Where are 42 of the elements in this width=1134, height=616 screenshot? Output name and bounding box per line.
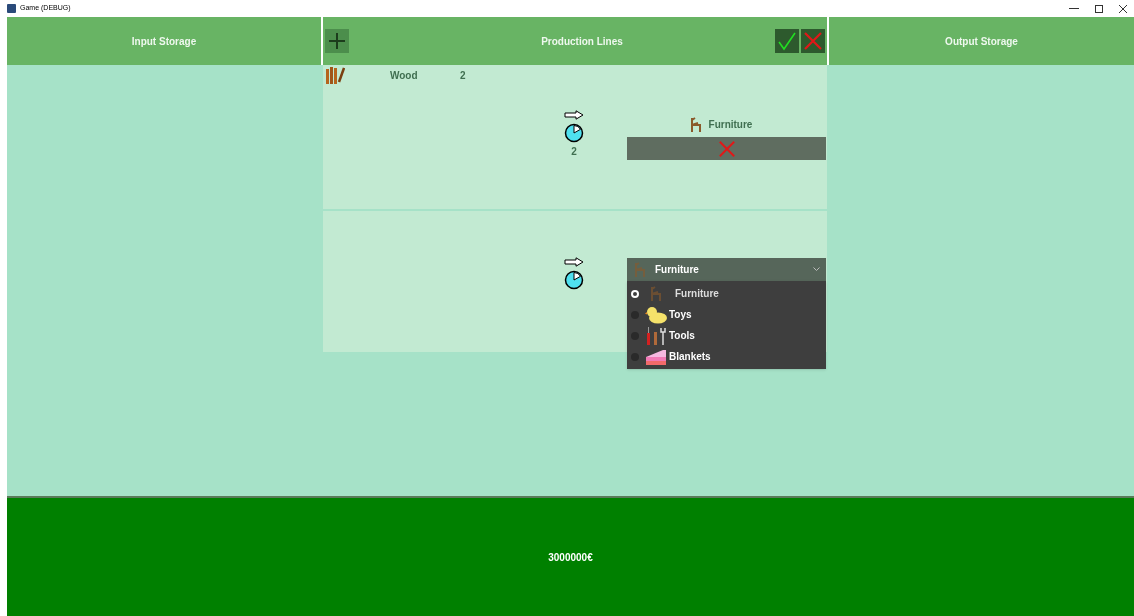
remove-line-button[interactable] (627, 137, 826, 160)
chair-icon (688, 116, 703, 133)
dropdown-option[interactable]: Furniture (627, 283, 826, 304)
dropdown-option[interactable]: Toys (627, 304, 826, 325)
cancel-button[interactable] (801, 29, 825, 53)
dropdown-option[interactable]: Blankets (627, 346, 826, 367)
dropdown-option[interactable]: Tools (627, 325, 826, 346)
option-label: Tools (669, 329, 695, 343)
production-time: 2 (571, 145, 577, 159)
option-label: Toys (669, 308, 692, 322)
option-label: Furniture (675, 287, 719, 301)
minimize-button[interactable] (1069, 8, 1079, 9)
chevron-down-icon (813, 267, 820, 272)
duck-icon (645, 305, 667, 324)
close-icon (803, 31, 823, 51)
clock-icon (564, 270, 584, 290)
chair-icon (649, 285, 663, 302)
panel-title: Input Storage (131, 34, 197, 49)
radio-button[interactable] (631, 289, 639, 298)
dropdown-value: Furniture (655, 263, 700, 277)
product-dropdown[interactable]: Furniture (627, 258, 826, 281)
chair-icon (633, 261, 647, 278)
input-amount: 2 (460, 68, 466, 83)
clock-icon (564, 123, 584, 143)
input-name: Wood (390, 68, 419, 83)
option-label: Blankets (669, 350, 711, 364)
panel-title: Output Storage (945, 34, 1018, 49)
output-name: Furniture (708, 118, 753, 132)
add-line-button[interactable] (325, 29, 349, 53)
restore-button[interactable] (1095, 4, 1103, 13)
tools-icon (645, 326, 667, 345)
wood-icon (325, 66, 345, 84)
app-icon (7, 4, 16, 13)
check-icon (777, 31, 797, 51)
blanket-icon (645, 348, 667, 365)
close-icon (717, 139, 736, 158)
money-amount: 3000000€ (548, 550, 593, 565)
arrow-icon (564, 257, 584, 267)
panel-title: Production Lines (540, 34, 624, 49)
close-icon[interactable] (1119, 4, 1127, 13)
confirm-button[interactable] (775, 29, 799, 53)
arrow-icon (564, 110, 584, 120)
